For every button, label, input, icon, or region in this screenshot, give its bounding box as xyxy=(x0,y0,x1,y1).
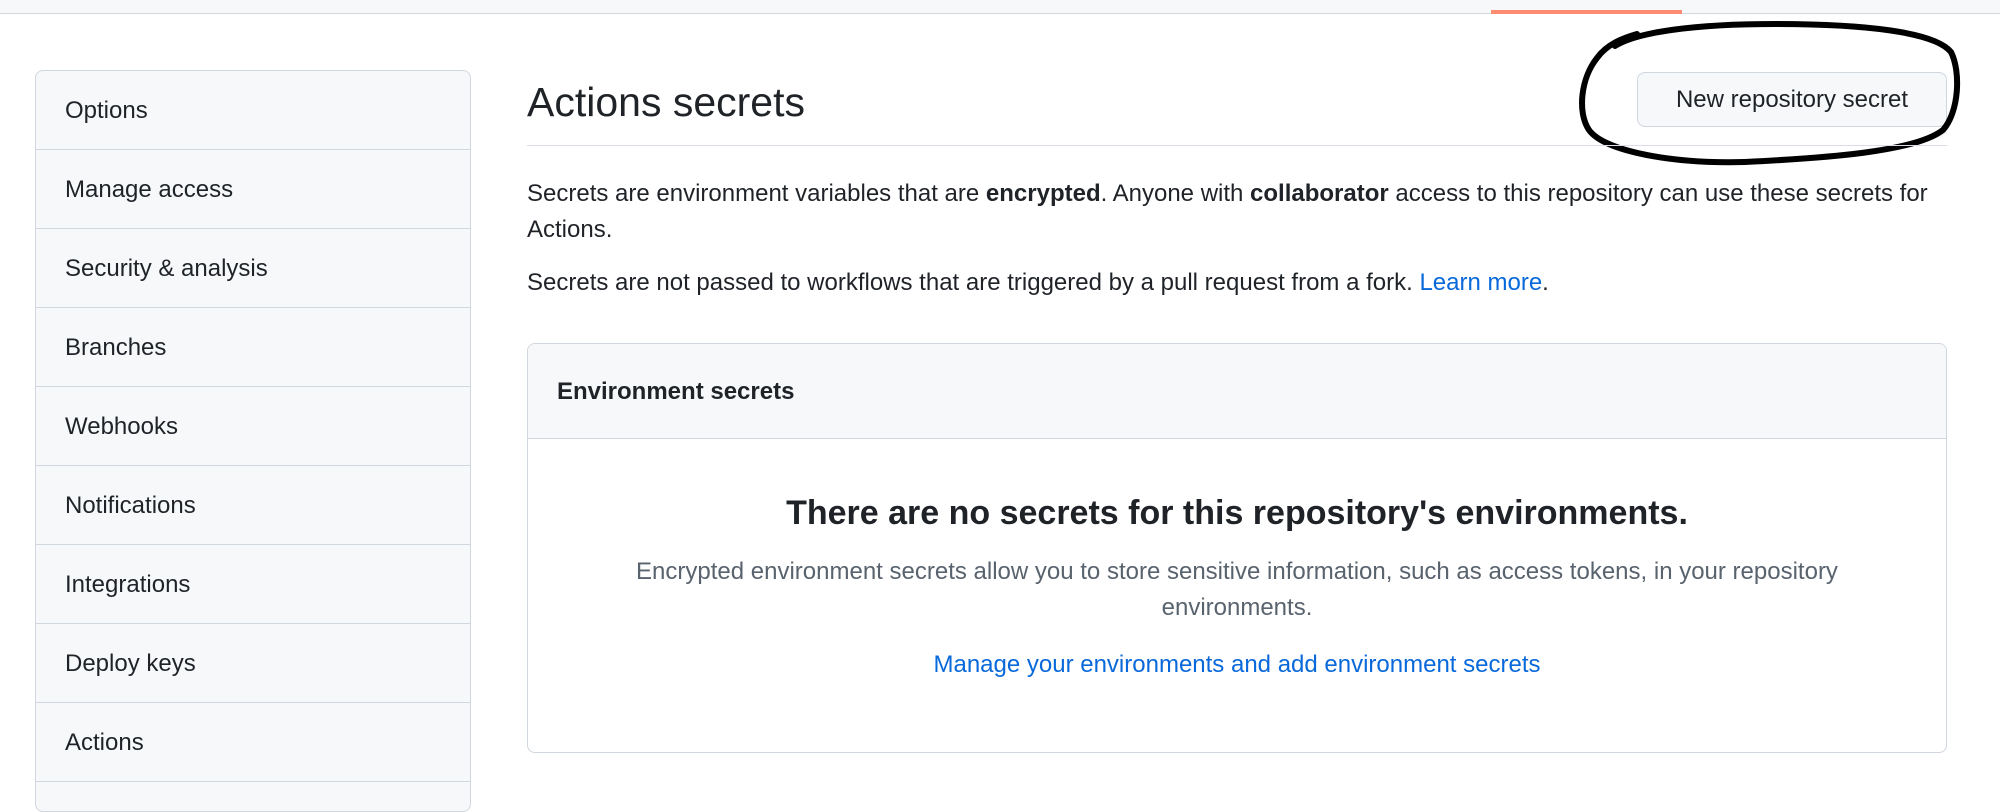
page-title: Actions secrets xyxy=(527,79,805,125)
secrets-description: Secrets are environment variables that a… xyxy=(527,176,1947,248)
title-divider xyxy=(527,145,1947,146)
top-nav-strip xyxy=(0,0,2000,14)
new-repository-secret-button[interactable]: New repository secret xyxy=(1637,72,1947,127)
sidebar-item-deploy-keys[interactable]: Deploy keys xyxy=(36,624,470,703)
sidebar-item-actions[interactable]: Actions xyxy=(36,703,470,782)
fork-notice-end: . xyxy=(1542,269,1549,296)
empty-state-link-row: Manage your environments and add environ… xyxy=(528,647,1946,683)
active-tab-underline xyxy=(1491,10,1682,14)
manage-environments-link[interactable]: Manage your environments and add environ… xyxy=(933,651,1540,678)
settings-sidebar: Options Manage access Security & analysi… xyxy=(35,70,471,812)
environment-secrets-header: Environment secrets xyxy=(528,344,1946,439)
description-text: Secrets are environment variables that a… xyxy=(527,180,986,207)
empty-state-description: Encrypted environment secrets allow you … xyxy=(636,558,1838,621)
sidebar-item-options[interactable]: Options xyxy=(36,71,470,150)
sidebar-item-manage-access[interactable]: Manage access xyxy=(36,150,470,229)
sidebar-item-notifications[interactable]: Notifications xyxy=(36,466,470,545)
learn-more-link[interactable]: Learn more xyxy=(1419,269,1542,296)
description-encrypted: encrypted xyxy=(985,180,1101,207)
fork-notice-text: Secrets are not passed to workflows that… xyxy=(527,269,1420,296)
fork-notice: Secrets are not passed to workflows that… xyxy=(527,265,1947,301)
description-text: . Anyone with xyxy=(1100,180,1251,207)
sidebar-item-integrations[interactable]: Integrations xyxy=(36,545,470,624)
sidebar-item-webhooks[interactable]: Webhooks xyxy=(36,387,470,466)
environment-secrets-title: Environment secrets xyxy=(557,378,795,405)
sidebar-item-branches[interactable]: Branches xyxy=(36,308,470,387)
description-collaborator: collaborator xyxy=(1250,180,1389,207)
empty-state-title: There are no secrets for this repository… xyxy=(786,494,1688,532)
environment-secrets-box: Environment secrets There are no secrets… xyxy=(527,343,1947,753)
sidebar-item-security-analysis[interactable]: Security & analysis xyxy=(36,229,470,308)
